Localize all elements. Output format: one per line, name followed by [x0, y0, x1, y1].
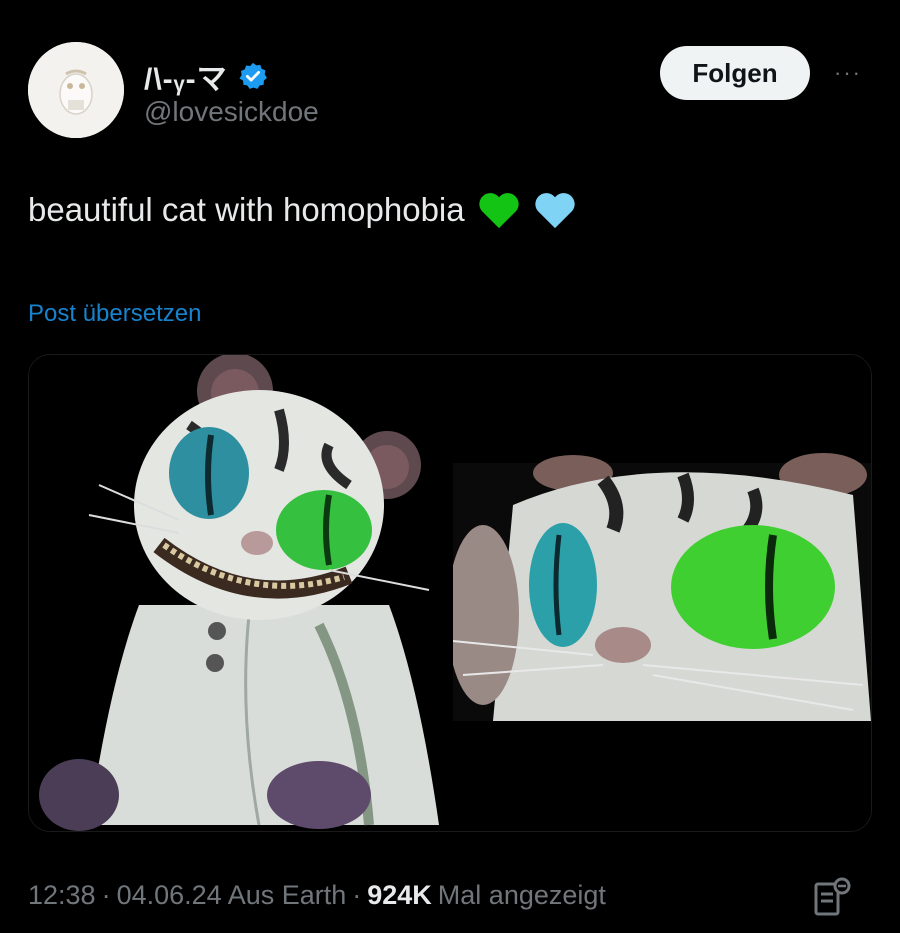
tweet-metadata: 12:38 · 04.06.24 Aus Earth · 924K Mal an… [28, 880, 606, 911]
light-blue-heart-icon [534, 193, 575, 229]
cat-plush-closeup-image [447, 355, 871, 831]
media-grid [28, 354, 872, 832]
media-image-2[interactable] [447, 355, 871, 831]
display-name[interactable]: /\-ᵧ-マ [144, 54, 228, 98]
follow-button[interactable]: Folgen [660, 46, 810, 100]
avatar[interactable] [28, 42, 124, 138]
more-options-icon[interactable]: ··· [828, 58, 868, 88]
handle[interactable]: @lovesickdoe [144, 96, 319, 128]
separator: · [101, 880, 111, 910]
avatar-image [28, 42, 124, 138]
views-label: Mal angezeigt [437, 880, 606, 910]
views-count: 924K [367, 880, 432, 910]
verified-badge-icon [239, 62, 267, 89]
tweet-time[interactable]: 12:38 [28, 880, 96, 911]
name-row: /\-ᵧ-マ [144, 54, 268, 98]
translate-post-link[interactable]: Post übersetzen [28, 300, 201, 328]
green-heart-icon [478, 193, 519, 229]
separator: · [352, 880, 362, 910]
tweet-location: Aus Earth [227, 880, 347, 910]
media-image-1[interactable] [29, 355, 447, 831]
tweet-text: beautiful cat with homophobia [28, 191, 465, 228]
tweet-header: /\-ᵧ-マ @lovesickdoe Folgen ··· [28, 40, 860, 140]
tweet-body: beautiful cat with homophobia [28, 190, 577, 230]
tweet-date[interactable]: 04.06.24 [117, 880, 222, 911]
cat-plush-full-body-image [29, 355, 447, 831]
bookmark-icon[interactable] [808, 876, 856, 922]
